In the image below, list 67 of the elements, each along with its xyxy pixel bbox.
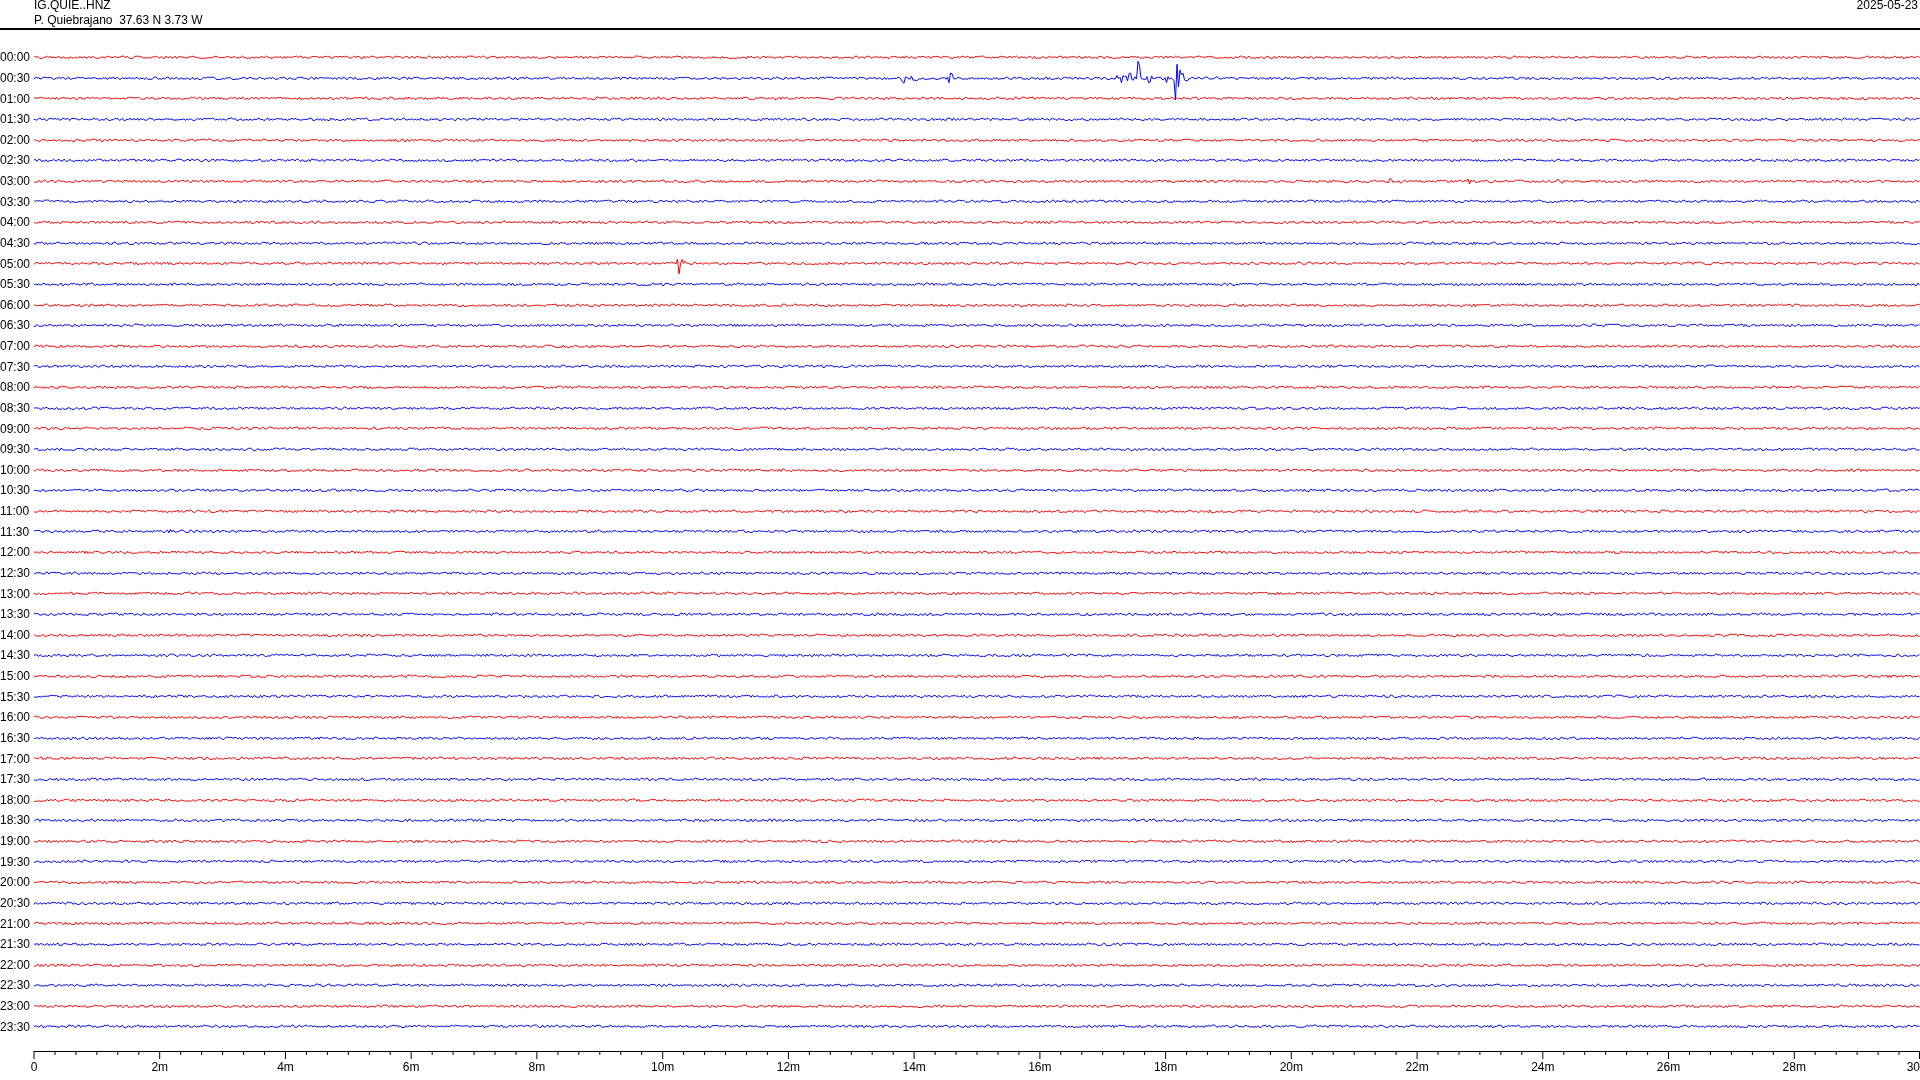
axis-label: 30 (1906, 1060, 1920, 1074)
axis-label: 18m (1153, 1060, 1178, 1074)
axis-label: 2m (151, 1060, 169, 1074)
time-label: 00:30 (0, 70, 32, 85)
axis-label: 24m (1531, 1060, 1555, 1074)
time-label: 16:00 (0, 710, 32, 725)
time-label: 01:00 (0, 91, 32, 106)
time-label: 05:00 (0, 256, 32, 271)
axis-label: 16m (1028, 1060, 1052, 1074)
time-label: 20:00 (0, 875, 32, 890)
date-label: 2025-05-23 (1856, 0, 1918, 12)
time-label: 13:30 (0, 607, 32, 622)
time-label: 01:30 (0, 112, 32, 127)
time-label: 07:30 (0, 359, 32, 374)
axis-label: 8m (528, 1060, 546, 1074)
time-label: 03:30 (0, 194, 32, 209)
channel-code: IG.QUIE..HNZ (34, 0, 111, 12)
time-label: 16:30 (0, 730, 32, 745)
time-label: 21:00 (0, 916, 32, 931)
time-label: 13:00 (0, 586, 32, 601)
time-label: 20:30 (0, 895, 32, 910)
time-label: 14:30 (0, 648, 32, 663)
axis-label: 28m (1782, 1060, 1806, 1074)
time-label: 17:30 (0, 772, 32, 787)
axis-label: 0 (30, 1060, 38, 1074)
time-label: 19:30 (0, 854, 32, 869)
time-label: 10:00 (0, 462, 32, 477)
time-label: 00:00 (0, 50, 32, 65)
time-label: 22:00 (0, 957, 32, 972)
axis-label: 14m (902, 1060, 926, 1074)
axis-label: 10m (651, 1060, 675, 1074)
time-label: 12:00 (0, 545, 32, 560)
time-label: 17:00 (0, 751, 32, 766)
time-label: 04:30 (0, 235, 32, 250)
time-label: 09:00 (0, 421, 32, 436)
time-label: 08:00 (0, 380, 32, 395)
time-label: 06:30 (0, 318, 32, 333)
time-label: 08:30 (0, 400, 32, 415)
time-label: 18:30 (0, 813, 32, 828)
axis-label: 20m (1279, 1060, 1303, 1074)
time-label: 19:00 (0, 834, 32, 849)
time-label: 06:00 (0, 297, 32, 312)
time-label: 07:00 (0, 339, 32, 354)
axis-label: 4m (277, 1060, 294, 1074)
axis-label: 6m (402, 1060, 420, 1074)
time-label: 02:00 (0, 132, 32, 147)
time-label: 23:00 (0, 999, 32, 1014)
time-label: 11:00 (0, 504, 31, 519)
axis-label: 26m (1656, 1060, 1681, 1074)
time-label: 09:30 (0, 442, 32, 457)
time-label: 05:30 (0, 277, 32, 292)
time-label: 11:30 (0, 524, 31, 539)
time-label: 23:30 (0, 1019, 32, 1034)
time-label: 12:30 (0, 565, 32, 580)
time-label: 10:30 (0, 483, 32, 498)
time-label: 15:30 (0, 689, 32, 704)
time-label: 04:00 (0, 215, 32, 230)
time-label: 22:30 (0, 978, 32, 993)
time-label: 18:00 (0, 792, 32, 807)
station-info: P. Quiebrajano 37.63 N 3.73 W (34, 13, 203, 27)
time-label: 15:00 (0, 669, 32, 684)
time-label: 14:00 (0, 627, 32, 642)
axis-label: 22m (1405, 1060, 1429, 1074)
time-label: 02:30 (0, 153, 32, 168)
axis-label: 12m (776, 1060, 801, 1074)
time-label: 21:30 (0, 937, 32, 952)
time-label: 03:00 (0, 174, 32, 189)
